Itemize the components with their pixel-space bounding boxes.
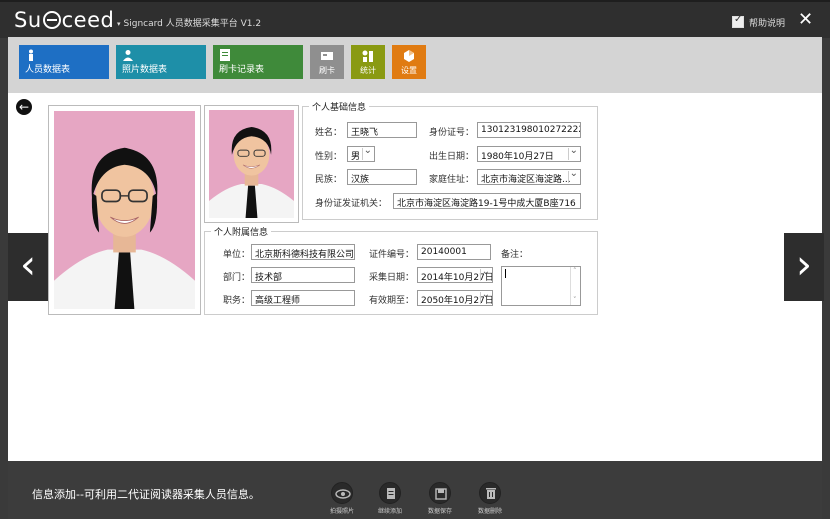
swipe-card-button[interactable]: 刷卡 (310, 45, 344, 79)
ethnicity-label: 民族： (315, 175, 343, 185)
main-toolbar: 人员数据表 照片数据表 刷卡记录表 刷卡 统计 设置 (8, 37, 822, 93)
ethnicity-field[interactable]: 汉族 (347, 169, 417, 185)
person-icon (29, 49, 33, 61)
birth-date-picker[interactable]: 1980年10月27日 (477, 146, 581, 162)
textarea-scrollbar[interactable] (570, 267, 580, 305)
document-icon (379, 482, 401, 504)
help-button[interactable]: 帮助说明 (732, 14, 785, 29)
basic-info-legend: 个人基础信息 (309, 100, 370, 113)
save-data-button[interactable]: 数据保存 (420, 482, 460, 516)
unit-field[interactable]: 北京斯科德科技有限公司 (251, 244, 355, 260)
department-label: 部门： (223, 273, 251, 283)
settings-icon (404, 50, 414, 62)
collect-date-picker[interactable]: 2014年10月27日 (417, 267, 493, 283)
valid-until-picker[interactable]: 2050年10月27日 (417, 290, 493, 306)
card-icon (321, 52, 333, 60)
title-bar: Suceed ▾Signcard 人员数据采集平台 V1.2 帮助说明 ✕ (0, 0, 830, 38)
photo-person-icon (123, 50, 133, 61)
address-field[interactable]: 北京市海淀区海淀路... (477, 169, 581, 185)
extra-info-legend: 个人附属信息 (211, 225, 272, 238)
delete-data-button[interactable]: 数据删除 (470, 482, 510, 516)
gender-label: 性别： (315, 152, 343, 162)
remark-label: 备注： (501, 250, 529, 260)
prev-record-button[interactable]: ‹ (8, 233, 48, 301)
extra-info-group: 个人附属信息 单位： 北京斯科德科技有限公司 证件编号： 20140001 备注… (204, 225, 598, 315)
trash-icon (479, 482, 501, 504)
save-icon (429, 482, 451, 504)
back-arrow-icon[interactable]: ← (16, 99, 32, 115)
portrait-thumbnail (209, 110, 294, 218)
tab-card-records[interactable]: 刷卡记录表 (213, 45, 303, 79)
statistics-button[interactable]: 统计 (351, 45, 385, 79)
valid-until-label: 有效期至： (369, 296, 415, 306)
settings-button[interactable]: 设置 (392, 45, 426, 79)
remark-textarea[interactable] (501, 266, 581, 306)
id-number-field[interactable]: 130123198010272222 (477, 122, 581, 138)
id-number-label: 身份证号： (429, 128, 475, 138)
content-area: ← ‹ › 个人基础信息 姓名： 王晓飞 身份证号： 1301231980102… (8, 93, 824, 461)
position-field[interactable]: 高级工程师 (251, 290, 355, 306)
app-window: Suceed ▾Signcard 人员数据采集平台 V1.2 帮助说明 ✕ 人员… (0, 0, 830, 519)
list-icon (220, 49, 230, 61)
footer-bar: 信息添加--可利用二代证阅读器采集人员信息。 拍摄照片 继续添加 数据保存 数据… (8, 461, 822, 519)
issuing-authority-label: 身份证发证机关： (315, 199, 388, 209)
tab-person-data[interactable]: 人员数据表 (19, 45, 109, 79)
birth-date-label: 出生日期： (429, 152, 475, 162)
app-title: ▾ Signcard 人员数据采集平台 V1.2 (117, 19, 262, 29)
department-field[interactable]: 技术部 (251, 267, 355, 283)
take-photo-button[interactable]: 拍摄照片 (322, 482, 362, 516)
calendar-check-icon (732, 14, 744, 28)
status-message: 信息添加--可利用二代证阅读器采集人员信息。 (32, 488, 260, 501)
captured-photo (48, 105, 201, 315)
tab-photo-data[interactable]: 照片数据表 (116, 45, 206, 79)
stats-icon (362, 50, 373, 62)
unit-label: 单位： (223, 250, 251, 260)
portrait-image (54, 111, 195, 309)
address-label: 家庭住址： (429, 175, 475, 185)
app-logo: Su ceed (14, 8, 115, 32)
name-label: 姓名： (315, 128, 343, 138)
eye-icon (331, 482, 353, 504)
chevron-right-icon: › (796, 242, 812, 288)
cert-no-field[interactable]: 20140001 (417, 244, 491, 260)
next-record-button[interactable]: › (784, 233, 824, 301)
chevron-left-icon: ‹ (20, 242, 36, 288)
close-button[interactable]: ✕ (798, 11, 813, 29)
id-card-photo (204, 105, 299, 223)
cert-no-label: 证件编号： (369, 250, 415, 260)
basic-info-group: 个人基础信息 姓名： 王晓飞 身份证号： 130123198010272222 … (302, 100, 598, 220)
name-field[interactable]: 王晓飞 (347, 122, 417, 138)
continue-add-button[interactable]: 继续添加 (370, 482, 410, 516)
issuing-authority-field[interactable]: 北京市海淀区海淀路19-1号中成大厦B座716 (393, 193, 581, 209)
position-label: 职务： (223, 296, 251, 306)
collect-date-label: 采集日期： (369, 273, 415, 283)
gender-select[interactable]: 男 (347, 146, 375, 162)
globe-icon (42, 11, 61, 29)
